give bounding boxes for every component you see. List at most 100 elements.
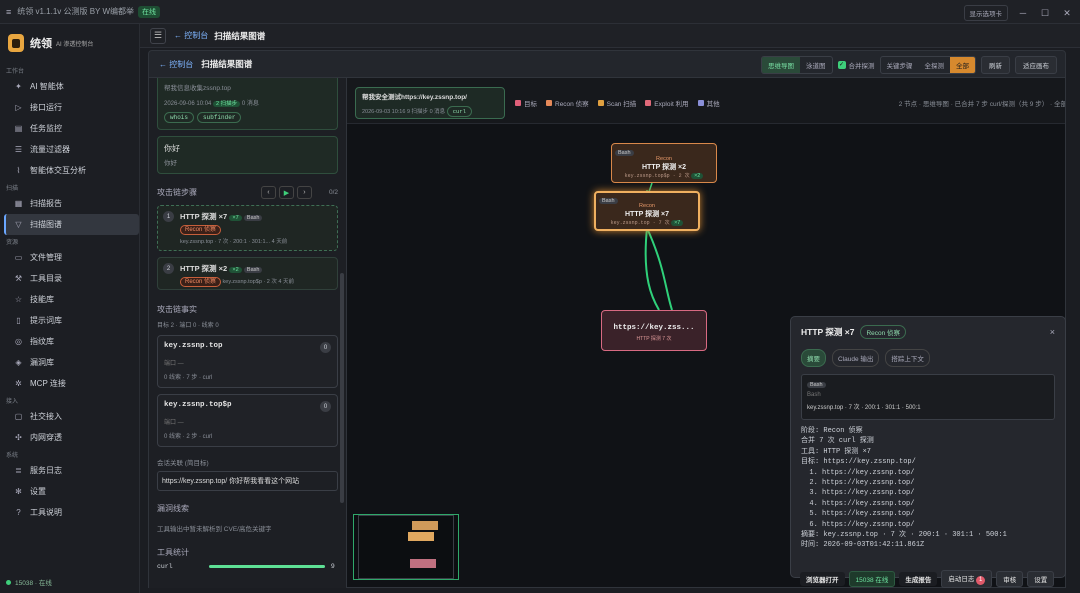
minimap-viewport[interactable] <box>358 515 454 579</box>
scrollbar[interactable] <box>340 273 344 503</box>
startup-log-button[interactable]: 启动日志 1 <box>941 570 993 588</box>
section-label: 资源 <box>6 240 19 246</box>
sidebar-item-help[interactable]: ? 工具说明 <box>0 502 139 523</box>
generate-report-button[interactable]: 生成报告 <box>899 572 938 586</box>
fact-card[interactable]: key.zssnp.top$p 0 端口 — 0 线索 · 2 步 · curl <box>157 394 338 447</box>
filter-all[interactable]: 全部 <box>950 57 975 73</box>
network-icon: ✣ <box>15 433 22 442</box>
sidebar-item-scan-report[interactable]: ▦ 扫描报告 <box>0 193 139 214</box>
minimize-icon[interactable]: ─ <box>1016 8 1030 18</box>
merge-checkbox[interactable]: ✓ 合并探测 <box>837 60 875 70</box>
sidebar-item-label: 智能体交互分析 <box>30 166 86 175</box>
sidebar-item-task-monitor[interactable]: ▤ 任务监控 <box>0 118 139 139</box>
minimap[interactable] <box>353 514 459 580</box>
settings-button[interactable]: 设置 <box>1027 571 1055 587</box>
detail-tool: Bash <box>807 382 826 388</box>
minimap-node <box>408 532 434 541</box>
step-card[interactable]: 1 HTTP 探测 ×7 ×7 Bash Recon 侦察 key.zssnp.t… <box>157 205 338 251</box>
detail-line: 6. https://key.zssnp.top/ <box>801 520 915 529</box>
sidebar-item-mcp[interactable]: ✲ MCP 连接 <box>0 373 139 394</box>
sidebar-item-fingerprints[interactable]: ◎ 指纹库 <box>0 331 139 352</box>
close-icon[interactable]: ✕ <box>1060 8 1074 19</box>
breadcrumb-current: 扫描结果图谱 <box>214 30 266 41</box>
tab-context[interactable]: 搭踪上下文 <box>885 349 930 367</box>
play-button[interactable]: ▶ <box>278 186 294 199</box>
chart-icon: ⌇ <box>16 166 21 175</box>
fact-port: 端口 — <box>164 361 184 367</box>
page-title: 扫描结果图谱 <box>201 59 253 69</box>
sidebar-item-agent-analysis[interactable]: ⌇ 智能体交互分析 <box>0 160 139 181</box>
menu-icon[interactable]: ≡ <box>6 7 11 17</box>
sidebar-item-logs[interactable]: ≣ 服务日志 <box>0 460 139 481</box>
panel-back-link[interactable]: ← 控制台 <box>159 59 193 70</box>
sidebar-item-files[interactable]: ▭ 文件管理 <box>0 247 139 268</box>
breadcrumb-back[interactable]: ← 控制台 <box>174 30 208 41</box>
gear-icon: ✻ <box>15 487 22 496</box>
sidebar-item-tunnel[interactable]: ✣ 内网穿透 <box>0 427 139 448</box>
notification-badge: 1 <box>976 576 986 585</box>
sidebar-item-skills[interactable]: ☆ 技能库 <box>0 289 139 310</box>
tab-summary[interactable]: 摘要 <box>801 349 826 367</box>
session-link-title: 会话关联 (简目标) <box>157 460 209 467</box>
stat-bar <box>209 565 325 568</box>
node-meta: key.zssnp.top$p · 2 次 <box>624 173 690 179</box>
tab-claude-output[interactable]: Claude 输出 <box>832 349 880 367</box>
maximize-icon[interactable]: ☐ <box>1038 8 1052 19</box>
detail-tool-box: Bash Bash key.zssnp.top · 7 次 · 200:1 · … <box>801 374 1055 420</box>
window-title: 统领 v1.1.1v 公测版 BY W编都举 <box>17 7 135 16</box>
status-text: 15038 · 在线 <box>15 580 52 587</box>
sidebar-item-label: 文件管理 <box>30 253 62 262</box>
view-mindmap-button[interactable]: 思维导图 <box>762 57 800 73</box>
sidebar-item-api-run[interactable]: ▷ 接口运行 <box>0 97 139 118</box>
sidebar-item-scan-graph[interactable]: ▽ 扫描图谱 <box>4 214 139 235</box>
prev-step-button[interactable]: ‹ <box>260 186 276 199</box>
wrench-icon: ⚒ <box>14 274 23 283</box>
fact-card[interactable]: key.zssnp.top 0 端口 — 0 线索 · 7 步 · curl <box>157 335 338 388</box>
sidebar-item-ai-agent[interactable]: ✦ AI 智能体 <box>0 76 139 97</box>
view-swimlane-button[interactable]: 泳道图 <box>800 57 832 73</box>
audit-button[interactable]: 审核 <box>996 571 1024 587</box>
node-meta-row: key.zssnp.top · 7 次 ×7 <box>596 219 698 226</box>
sidebar-item-prompts[interactable]: ▯ 提示词库 <box>0 310 139 331</box>
fit-canvas-button[interactable]: 适应画布 <box>1015 56 1057 74</box>
node-badge: ×7 <box>671 220 684 226</box>
pin-icon: ◎ <box>15 337 22 346</box>
refresh-button[interactable]: 刷新 <box>981 56 1010 74</box>
section-label: 工作台 <box>6 69 25 75</box>
graph-node-target[interactable]: https://key.zss... HTTP 探测 7 次 <box>601 310 707 351</box>
sidebar-item-vulns[interactable]: ◈ 漏洞库 <box>0 352 139 373</box>
sidebar-item-label: 漏洞库 <box>30 358 54 367</box>
detail-line: 阶段: Recon 侦察 <box>801 427 863 435</box>
filter-key-steps[interactable]: 关键步骤 <box>881 57 919 73</box>
session-card[interactable]: 你好 你好 <box>157 136 338 174</box>
step-phase-tag: Recon 侦察 <box>180 277 222 288</box>
session-card[interactable]: 帮我信息收集zssnp.top 2026-09-06 10:04 2 扫描步 0… <box>157 78 338 130</box>
sidebar-item-traffic-filter[interactable]: ☰ 流量过滤器 <box>0 139 139 160</box>
show-tabs-button[interactable]: 显示选项卡 <box>963 5 1008 21</box>
detail-line: 4. https://key.zssnp.top/ <box>801 499 915 508</box>
filter-all-probes[interactable]: 全探测 <box>919 57 951 73</box>
step-number: 1 <box>163 211 174 223</box>
checkbox-icon: ✓ <box>837 61 846 69</box>
minimap-node <box>410 559 436 568</box>
facts-meta: 目标 2 · 端口 0 · 线索 0 <box>157 323 219 329</box>
vuln-title: 漏洞线索 <box>157 504 189 513</box>
graph-node-recon-2[interactable]: Bash Recon HTTP 探测 ×2 key.zssnp.top$p · … <box>611 143 717 183</box>
sidebar-item-label: 流量过滤器 <box>30 145 70 154</box>
sidebar-item-social[interactable]: ▢ 社交接入 <box>0 406 139 427</box>
next-step-button[interactable]: › <box>296 186 312 199</box>
open-browser-button[interactable]: 浏览器打开 <box>800 572 845 586</box>
graph-node-recon-7[interactable]: Bash Recon HTTP 探测 ×7 key.zssnp.top · 7 … <box>594 191 700 231</box>
sidebar-item-tools[interactable]: ⚒ 工具目录 <box>0 268 139 289</box>
menu-toggle-button[interactable]: ☰ <box>150 27 166 44</box>
clipboard-icon: ▤ <box>14 124 23 133</box>
fact-meta: 0 线索 · 2 步 · curl <box>164 434 213 440</box>
step-card[interactable]: 2 HTTP 探测 ×2 ×2 Bash Recon 侦察 key.zssnp.t… <box>157 257 338 290</box>
session-link-text[interactable]: https://key.zssnp.top/ 你好帮我看看这个网站 <box>157 471 338 491</box>
merge-label: 合并探测 <box>848 63 875 70</box>
close-icon[interactable]: × <box>1050 327 1055 337</box>
sidebar-item-settings[interactable]: ✻ 设置 <box>0 481 139 502</box>
status-indicator: 15038 · 在线 <box>6 577 52 587</box>
detail-line: 工具: HTTP 探测 ×7 <box>801 447 872 456</box>
stat-row: curl 9 <box>149 563 346 570</box>
